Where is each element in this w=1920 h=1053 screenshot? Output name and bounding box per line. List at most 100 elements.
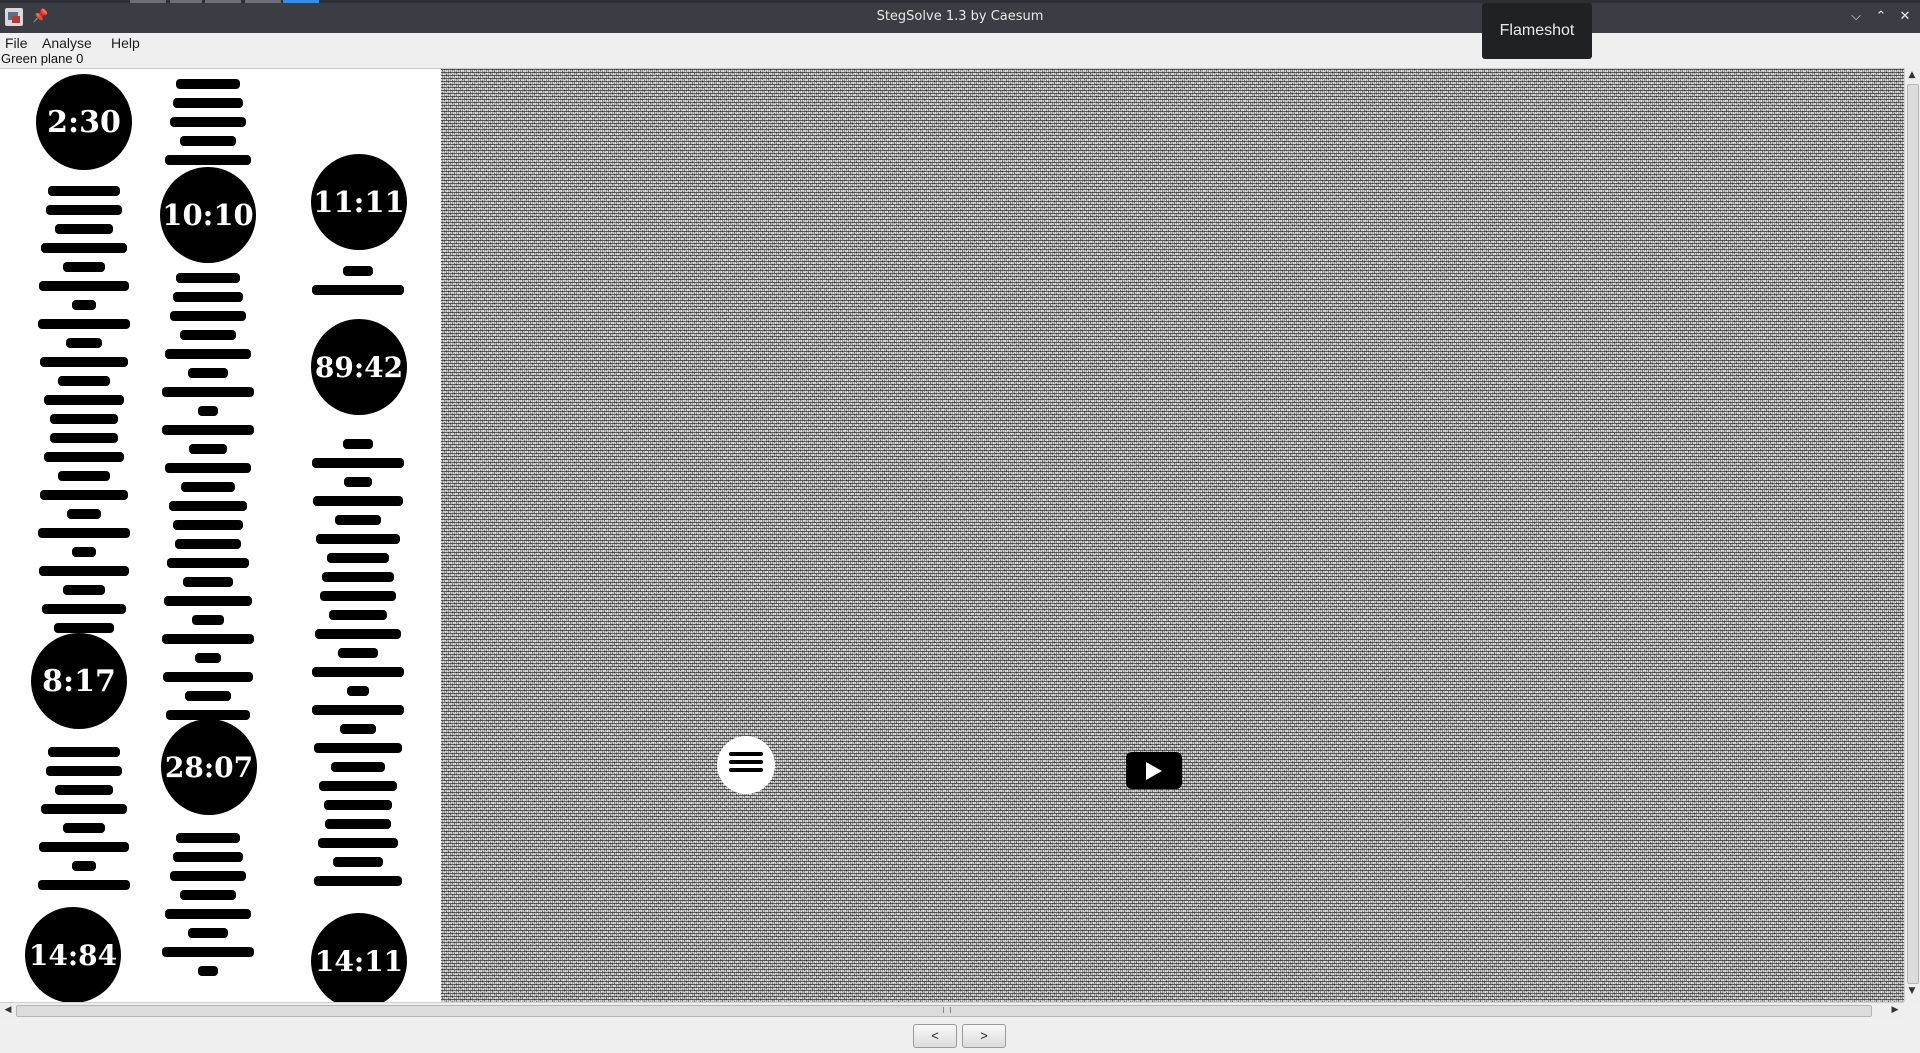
soundwave-bar xyxy=(173,520,243,530)
scroll-down-arrow-icon[interactable]: ▼ xyxy=(1905,986,1919,996)
soundwave-bar xyxy=(166,710,250,720)
image-viewport[interactable]: 2:30 10:10 11:11 89:42 8:17 28:07 14:84 … xyxy=(0,68,1904,1003)
clock-badge: 8:17 xyxy=(31,633,127,729)
soundwave-bar xyxy=(72,861,96,871)
soundwave-bar xyxy=(46,205,122,215)
soundwave-bar xyxy=(342,266,374,276)
soundwave-bar xyxy=(326,553,390,563)
soundwave-bar xyxy=(315,629,401,639)
vertical-scroll-thumb[interactable] xyxy=(1907,84,1919,984)
soundwave-bar xyxy=(179,330,237,340)
horizontal-scroll-thumb[interactable] xyxy=(16,1005,1872,1017)
soundwave-bar xyxy=(316,534,400,544)
youtube-play-icon xyxy=(1126,752,1182,789)
soundwave-bar xyxy=(172,852,244,862)
soundwave-bar xyxy=(321,572,394,582)
soundwave-bar xyxy=(63,262,105,272)
soundwave-bar xyxy=(167,558,249,568)
soundwave-bar xyxy=(189,444,227,454)
clock-badge: 14:11 xyxy=(311,913,407,1003)
soundwave-bar xyxy=(38,842,130,852)
soundwave-bar xyxy=(47,747,121,757)
soundwave-bar xyxy=(162,947,254,957)
soundwave-bar xyxy=(162,425,254,435)
scroll-right-arrow-icon[interactable]: ▶ xyxy=(1888,1005,1902,1015)
soundwave-bar xyxy=(63,823,105,833)
soundwave-bar xyxy=(323,800,393,810)
menu-bar: File Analyse Help xyxy=(0,33,1920,53)
vertical-scrollbar[interactable]: ▲ ▼ xyxy=(1904,68,1920,1002)
next-plane-button[interactable]: > xyxy=(962,1024,1006,1048)
scroll-up-arrow-icon[interactable]: ▲ xyxy=(1905,70,1919,80)
soundwave-bar xyxy=(169,117,247,127)
grip-icon xyxy=(943,1007,951,1013)
soundwave-bar xyxy=(197,966,219,976)
soundwave-bar xyxy=(188,928,228,938)
soundwave-bar xyxy=(324,819,392,829)
soundwave-bar xyxy=(162,634,254,644)
soundwave-bar xyxy=(72,300,96,310)
soundwave-bar xyxy=(164,463,252,473)
soundwave-bar xyxy=(312,458,404,468)
soundwave-bar xyxy=(180,482,236,492)
window-titlebar: 📌 StegSolve 1.3 by Caesum ⌵ ⌃ ✕ xyxy=(0,3,1920,33)
spotify-icon xyxy=(717,736,775,794)
soundwave-bar xyxy=(332,857,384,867)
soundwave-bar xyxy=(41,243,127,253)
clock-badge: 14:84 xyxy=(25,907,121,1003)
soundwave-bar xyxy=(169,501,247,511)
soundwave-bar xyxy=(319,591,396,601)
soundwave-bar xyxy=(38,281,130,291)
clock-badge: 11:11 xyxy=(311,154,407,250)
soundwave-bar xyxy=(66,509,102,519)
soundwave-bar xyxy=(54,623,114,633)
soundwave-bar xyxy=(318,781,398,791)
soundwave-bar xyxy=(38,566,130,576)
clock-badge: 89:42 xyxy=(311,319,407,415)
menu-analyse[interactable]: Analyse xyxy=(42,33,92,53)
maximize-button[interactable]: ⌃ xyxy=(1871,7,1891,27)
clock-badge: 10:10 xyxy=(160,167,256,263)
minimize-button[interactable]: ⌵ xyxy=(1846,7,1866,27)
soundwave-bar xyxy=(172,98,244,108)
soundwave-bar xyxy=(41,604,127,614)
soundwave-collage: 2:30 10:10 11:11 89:42 8:17 28:07 14:84 … xyxy=(0,69,441,1003)
noise-pattern xyxy=(441,69,1904,1003)
soundwave-bar xyxy=(38,319,130,329)
soundwave-bar xyxy=(164,349,252,359)
soundwave-bar xyxy=(188,368,228,378)
soundwave-bar xyxy=(50,414,118,424)
soundwave-bar xyxy=(169,871,247,881)
soundwave-bar xyxy=(312,667,404,677)
soundwave-bar xyxy=(162,672,254,682)
soundwave-bar xyxy=(312,705,404,715)
soundwave-bar xyxy=(164,155,252,165)
soundwave-bar xyxy=(41,804,127,814)
soundwave-bar xyxy=(313,876,403,886)
soundwave-bar xyxy=(66,338,102,348)
soundwave-bar xyxy=(179,890,237,900)
soundwave-bar xyxy=(43,452,124,462)
soundwave-bar xyxy=(312,285,404,295)
soundwave-bar xyxy=(313,496,403,506)
soundwave-bar xyxy=(38,880,130,890)
menu-help[interactable]: Help xyxy=(111,33,140,53)
soundwave-bar xyxy=(175,539,241,549)
menu-file[interactable]: File xyxy=(5,33,28,53)
soundwave-bar xyxy=(343,477,373,487)
close-button[interactable]: ✕ xyxy=(1895,7,1915,27)
previous-plane-button[interactable]: < xyxy=(913,1024,957,1048)
soundwave-bar xyxy=(176,273,240,283)
soundwave-bar xyxy=(162,387,254,397)
window-title: StegSolve 1.3 by Caesum xyxy=(876,9,1044,24)
soundwave-bar xyxy=(50,433,118,443)
soundwave-bar xyxy=(194,653,222,663)
soundwave-bar xyxy=(62,585,106,595)
horizontal-scrollbar[interactable]: ◀ ▶ xyxy=(0,1002,1904,1018)
soundwave-bar xyxy=(179,136,237,146)
scroll-left-arrow-icon[interactable]: ◀ xyxy=(1,1005,15,1015)
soundwave-bar xyxy=(337,648,379,658)
plane-label: Green plane 0 xyxy=(1,51,84,66)
soundwave-bar xyxy=(197,406,219,416)
soundwave-bar xyxy=(71,547,97,557)
